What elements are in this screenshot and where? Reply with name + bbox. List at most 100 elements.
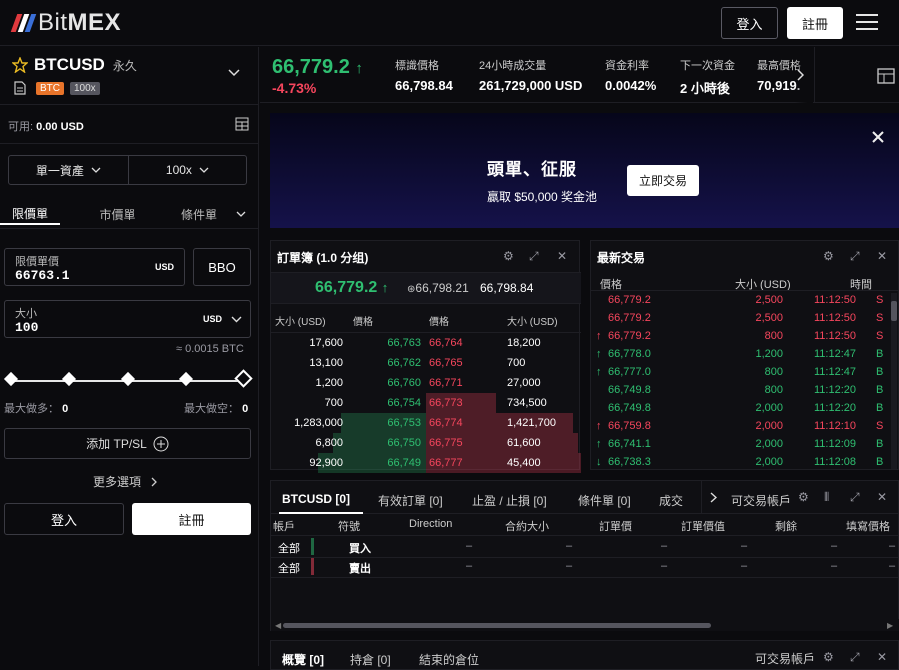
close-icon[interactable]: ✕ xyxy=(877,490,887,504)
trade-time: 11:12:09 xyxy=(814,438,857,450)
settings-icon[interactable]: ⚙ xyxy=(503,249,514,263)
ticker-scroll-right[interactable] xyxy=(797,69,805,84)
slider-handle[interactable] xyxy=(234,369,253,388)
expand-icon[interactable]: ⤢ xyxy=(850,650,860,665)
trade-price: 66,779.2 xyxy=(608,294,651,306)
expand-icon[interactable]: ⤢ xyxy=(529,249,539,264)
banner-subtitle: 贏取 $50,000 奖金池 xyxy=(487,190,598,204)
orderbook-row[interactable]: 6,800 66,750 66,775 61,600 xyxy=(271,433,581,453)
star-icon[interactable] xyxy=(12,57,28,73)
tab-tpsl[interactable]: 止盈 / 止損 [0] xyxy=(472,492,547,509)
chevron-down-icon[interactable] xyxy=(231,316,242,323)
tab-btcusd[interactable]: BTCUSD [0] xyxy=(282,492,350,506)
trades-scrollbar[interactable] xyxy=(891,293,897,469)
orderbook-row[interactable]: 1,200 66,760 66,771 27,000 xyxy=(271,373,581,393)
banner-title: 頭單、征服 xyxy=(487,160,577,179)
col-remaining: 剩餘 xyxy=(775,521,797,533)
tab-market[interactable]: 市價單 xyxy=(60,203,175,225)
empty-cell: – xyxy=(831,540,838,552)
orderbook-panel: 訂單簿 (1.0 分组) ⚙ ⤢ ✕ 66,779.2 ↑ ⊛66,798.21… xyxy=(270,240,581,473)
ask-price: 66,773 xyxy=(429,397,463,409)
margin-mode-dropdown[interactable]: 單一資產 xyxy=(9,156,129,184)
slider-stop[interactable] xyxy=(120,371,136,387)
trade-row: 66,749.8 800 11:12:20 B xyxy=(591,381,887,399)
trade-side: B xyxy=(876,456,884,468)
settings-icon[interactable]: ⚙ xyxy=(823,249,834,263)
trade-size: 2,000 xyxy=(755,456,783,468)
funding-rate-label: 資金利率 xyxy=(605,60,649,72)
expand-icon[interactable]: ⤢ xyxy=(850,490,860,505)
size-input[interactable]: 大小 100 USD xyxy=(4,300,251,338)
bitmex-logo[interactable]: BitMEX xyxy=(10,9,121,36)
volume-value: 261,729,000 USD xyxy=(479,78,583,93)
tab-conditional[interactable]: 條件單 xyxy=(175,203,223,225)
trade-time: 11:12:47 xyxy=(814,366,857,378)
close-icon[interactable]: ✕ xyxy=(877,249,887,263)
ask-size-header: 大小 (USD) xyxy=(507,317,558,328)
position-side: 買入 xyxy=(349,543,371,555)
col-order-value: 訂單價值 xyxy=(681,521,725,533)
trade-side: B xyxy=(876,348,884,360)
trade-direction-arrow-icon: ↑ xyxy=(596,420,602,432)
tab-limit[interactable]: 限價單 xyxy=(0,203,60,225)
slider-stop[interactable] xyxy=(178,371,194,387)
volume-label: 24小時成交量 xyxy=(479,60,547,72)
tab-active-orders[interactable]: 有效訂單 [0] xyxy=(378,492,443,509)
trade-time: 11:12:20 xyxy=(814,384,857,396)
expand-icon[interactable]: ⤢ xyxy=(850,249,860,264)
menu-icon[interactable] xyxy=(856,13,878,31)
limit-price-input[interactable]: 限價單價 66763.1 USD xyxy=(4,248,185,286)
chevron-down-icon[interactable] xyxy=(228,69,240,77)
tab-closed-positions[interactable]: 結束的倉位 xyxy=(419,651,479,668)
banner-trade-button[interactable]: 立即交易 xyxy=(627,165,699,196)
slider-stop[interactable] xyxy=(61,371,77,387)
bid-price: 66,749 xyxy=(387,457,421,469)
tabs-scroll-right[interactable] xyxy=(701,481,725,514)
calculator-icon[interactable] xyxy=(235,117,249,131)
settings-icon[interactable]: ⚙ xyxy=(823,650,834,664)
orderbook-row[interactable]: 1,283,000 66,753 66,774 1,421,700 xyxy=(271,413,581,433)
trade-row: ↑ 66,741.1 2,000 11:12:09 B xyxy=(591,435,887,453)
leverage-dropdown[interactable]: 100x xyxy=(129,156,247,184)
position-side: 賣出 xyxy=(349,563,371,575)
trade-size: 2,500 xyxy=(755,294,783,306)
columns-icon[interactable]: ⦀ xyxy=(824,490,829,505)
positions-hscrollbar[interactable]: ◀ ▶ xyxy=(271,619,899,631)
bbo-button[interactable]: BBO xyxy=(193,248,251,286)
price-change: -4.73% xyxy=(272,80,317,96)
tab-holdings[interactable]: 持倉 [0] xyxy=(350,651,391,668)
login-button-bottom[interactable]: 登入 xyxy=(4,503,124,535)
close-icon[interactable]: ✕ xyxy=(877,650,887,664)
orderbook-row[interactable]: 92,900 66,749 66,777 45,400 xyxy=(271,453,581,473)
orderbook-row[interactable]: 700 66,754 66,773 734,500 xyxy=(271,393,581,413)
ask-price: 66,771 xyxy=(429,377,463,389)
trade-size: 1,200 xyxy=(755,348,783,360)
close-icon[interactable] xyxy=(871,130,885,144)
trade-price: 66,738.3 xyxy=(608,456,651,468)
trade-price: 66,779.2 xyxy=(608,312,651,324)
add-tpsl-button[interactable]: 添加 TP/SL xyxy=(4,428,251,459)
tab-conditional-orders[interactable]: 條件單 [0] xyxy=(578,492,631,509)
close-icon[interactable]: ✕ xyxy=(557,249,567,263)
login-button[interactable]: 登入 xyxy=(721,7,778,39)
ask-size: 734,500 xyxy=(507,397,547,409)
ask-price: 66,765 xyxy=(429,357,463,369)
orderbook-row[interactable]: 13,100 66,762 66,765 700 xyxy=(271,353,581,373)
orderbook-row[interactable]: 17,600 66,763 66,764 18,200 xyxy=(271,333,581,353)
order-type-tabs: 限價單 市價單 條件單 xyxy=(0,203,259,225)
tab-overview[interactable]: 概覽 [0] xyxy=(282,651,324,668)
tab-fills[interactable]: 成交 xyxy=(659,492,683,509)
slider-stop[interactable] xyxy=(3,371,19,387)
layout-icon[interactable] xyxy=(877,68,895,84)
register-button[interactable]: 註冊 xyxy=(787,7,843,39)
ask-price: 66,777 xyxy=(429,457,463,469)
document-icon[interactable] xyxy=(14,81,26,95)
settings-icon[interactable]: ⚙ xyxy=(798,490,809,504)
register-button-bottom[interactable]: 註冊 xyxy=(132,503,251,535)
orderbook-title: 訂單簿 (1.0 分组) xyxy=(277,251,369,265)
order-entry-panel: BTCUSD 永久 BTC 100x 可用: 0.00 USD 單一資產 100… xyxy=(0,47,259,666)
more-options-link[interactable]: 更多選項 xyxy=(93,473,157,490)
order-types-more-button[interactable] xyxy=(223,203,259,225)
symbol-header[interactable]: BTCUSD 永久 xyxy=(12,55,137,75)
empty-cell: – xyxy=(889,540,896,552)
